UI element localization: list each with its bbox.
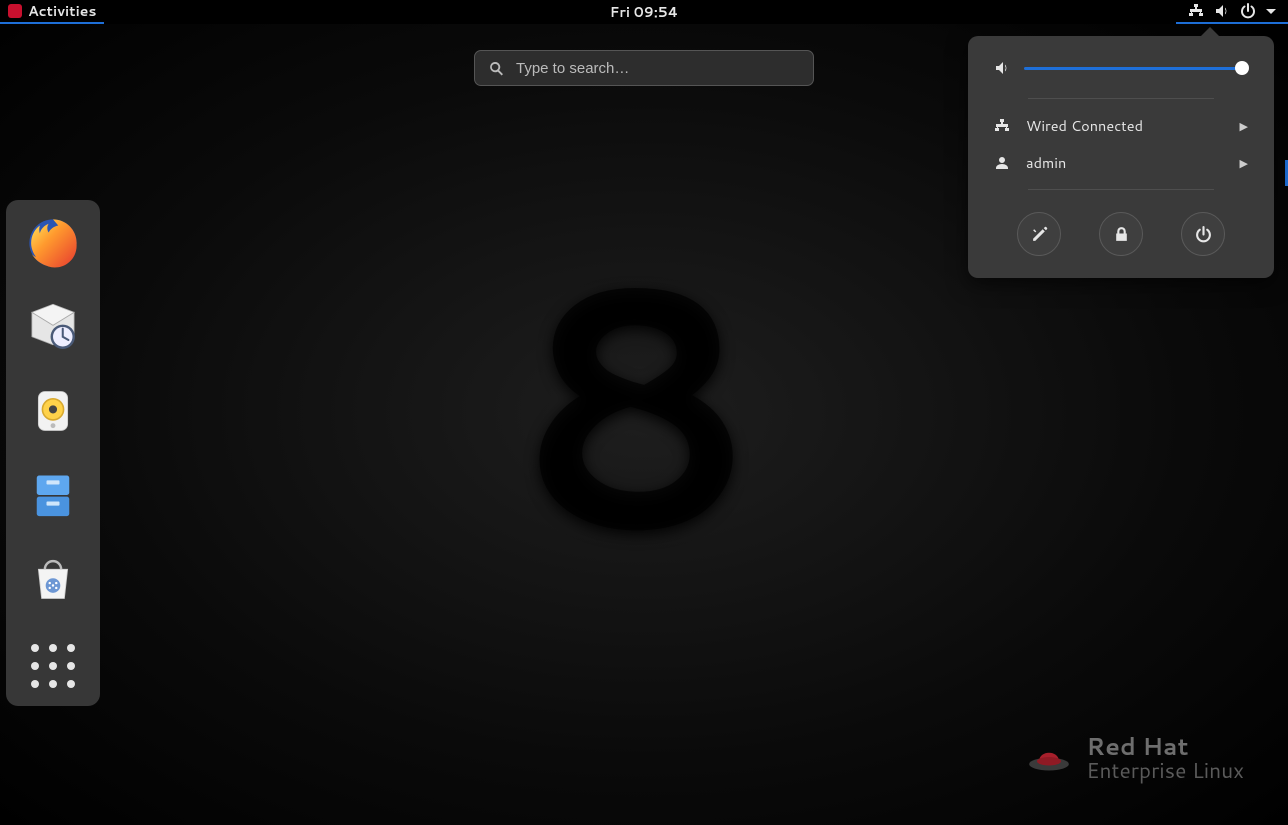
- power-icon: [1195, 226, 1212, 243]
- popover-arrow: [1200, 27, 1220, 37]
- settings-icon: [1031, 226, 1048, 243]
- distro-brand: Red Hat Enterprise Linux: [1026, 734, 1244, 781]
- file-cabinet-icon: [27, 469, 79, 521]
- dash-app-files[interactable]: [24, 466, 82, 524]
- user-row[interactable]: admin ▶: [968, 144, 1274, 181]
- system-menu-popover: Wired Connected ▶ admin ▶: [968, 36, 1274, 278]
- system-tray[interactable]: [1176, 0, 1288, 24]
- clock-label: Fri 09:54: [610, 2, 679, 22]
- dash-app-evolution[interactable]: [24, 298, 82, 356]
- separator: [1028, 189, 1214, 190]
- search-input[interactable]: [516, 60, 799, 77]
- action-buttons: [968, 198, 1274, 260]
- speaker-icon: [27, 385, 79, 437]
- dash-app-firefox[interactable]: [24, 214, 82, 272]
- activities-button[interactable]: Activities: [0, 0, 104, 24]
- network-label: Wired Connected: [1026, 115, 1143, 136]
- user-label: admin: [1026, 152, 1066, 173]
- dash-app-software[interactable]: [24, 550, 82, 608]
- wallpaper-glyph: 8: [515, 155, 748, 637]
- network-wired-icon: [1188, 3, 1204, 19]
- volume-icon: [1214, 3, 1230, 19]
- grid-icon: [31, 644, 75, 688]
- volume-icon: [994, 60, 1010, 76]
- mail-calendar-icon: [27, 301, 79, 353]
- top-bar: Activities Fri 09:54: [0, 0, 1288, 24]
- overview-search[interactable]: [474, 50, 814, 86]
- lock-button[interactable]: [1099, 212, 1143, 256]
- settings-button[interactable]: [1017, 212, 1061, 256]
- separator: [1028, 98, 1214, 99]
- lock-icon: [1113, 226, 1130, 243]
- chevron-right-icon: ▶: [1240, 118, 1248, 134]
- clock-button[interactable]: Fri 09:54: [598, 0, 691, 24]
- volume-row: [968, 36, 1274, 90]
- distro-icon: [8, 4, 22, 18]
- search-icon: [489, 61, 504, 76]
- volume-slider[interactable]: [1024, 67, 1248, 70]
- brand-line1: Red Hat: [1086, 734, 1244, 759]
- firefox-icon: [25, 215, 81, 271]
- user-icon: [994, 155, 1010, 171]
- brand-line2: Enterprise Linux: [1086, 759, 1244, 781]
- power-icon: [1240, 3, 1256, 19]
- volume-thumb[interactable]: [1235, 61, 1249, 75]
- show-applications-button[interactable]: [24, 634, 82, 692]
- dash-app-rhythmbox[interactable]: [24, 382, 82, 440]
- shopping-bag-icon: [27, 553, 79, 605]
- chevron-down-icon: [1266, 9, 1276, 14]
- chevron-right-icon: ▶: [1240, 155, 1248, 171]
- network-wired-icon: [994, 118, 1010, 134]
- redhat-icon: [1026, 740, 1072, 774]
- network-row[interactable]: Wired Connected ▶: [968, 107, 1274, 144]
- dash: [6, 200, 100, 706]
- power-button[interactable]: [1181, 212, 1225, 256]
- activities-label: Activities: [28, 1, 96, 21]
